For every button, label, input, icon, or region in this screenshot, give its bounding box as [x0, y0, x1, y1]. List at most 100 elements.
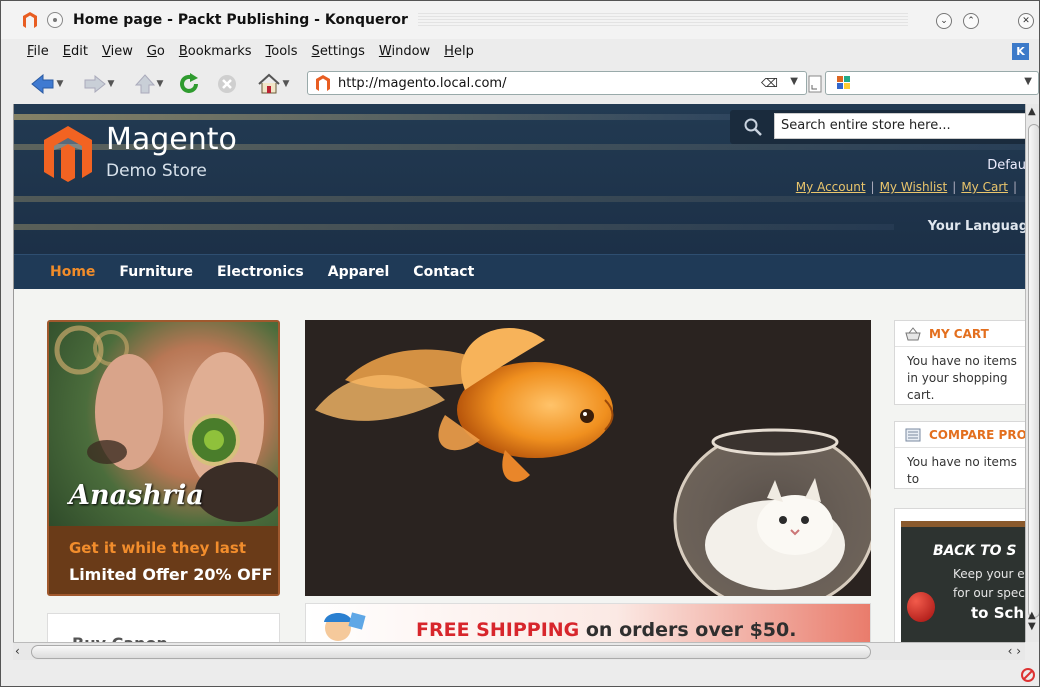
- konqueror-window: Home page - Packt Publishing - Konqueror…: [0, 0, 1040, 687]
- menu-edit[interactable]: Edit: [63, 44, 88, 59]
- menu-help[interactable]: Help: [444, 44, 474, 59]
- home-button[interactable]: ▼: [251, 73, 295, 95]
- back-button[interactable]: ▼: [27, 73, 67, 95]
- menu-bookmarks[interactable]: Bookmarks: [179, 44, 252, 59]
- scroll-up-arrow-icon[interactable]: ▲: [1028, 106, 1036, 117]
- maximize-button[interactable]: ⌃: [963, 13, 979, 29]
- anashria-promo-banner[interactable]: Anashria Get it while they last Limited …: [47, 320, 280, 596]
- chevron-down-icon: ▼: [107, 79, 115, 89]
- up-button[interactable]: ▼: [129, 73, 169, 95]
- my-wishlist-link[interactable]: My Wishlist: [880, 180, 948, 194]
- banner-tagline: Get it while they last: [69, 539, 247, 557]
- clear-url-icon[interactable]: ⌫: [761, 76, 778, 90]
- menu-file[interactable]: File: [27, 44, 49, 59]
- stop-button[interactable]: [215, 73, 239, 95]
- menu-view[interactable]: View: [102, 44, 133, 59]
- back-to-school-banner[interactable]: BACK TO S Keep your e for our spec to Sc…: [894, 508, 1025, 642]
- store-brand-name[interactable]: Magento: [106, 122, 237, 157]
- banner-offer: Limited Offer 20% OFF: [69, 565, 273, 584]
- url-text[interactable]: http://magento.local.com/: [338, 76, 506, 91]
- menu-tools[interactable]: Tools: [266, 44, 298, 59]
- url-bar[interactable]: http://magento.local.com/ ⌫ ▼: [307, 71, 807, 95]
- window-title: Home page - Packt Publishing - Konqueror: [73, 12, 408, 28]
- page-viewport: Magento Demo Store Search entire store h…: [13, 104, 1025, 642]
- security-status-icon[interactable]: [1021, 668, 1035, 682]
- back-to-school-line3: to Sch: [971, 604, 1025, 622]
- my-cart-link[interactable]: My Cart: [961, 180, 1008, 194]
- magento-favicon-icon: [23, 12, 37, 28]
- pin-icon[interactable]: [47, 12, 63, 28]
- kde-logo-icon[interactable]: K: [1012, 43, 1029, 60]
- banner-bottom-strip: [49, 526, 278, 594]
- reload-button[interactable]: [177, 73, 201, 95]
- menu-settings[interactable]: Settings: [312, 44, 365, 59]
- header-decoration: [14, 196, 1025, 202]
- bookmark-page-icon[interactable]: [807, 73, 823, 95]
- nav-electronics[interactable]: Electronics: [217, 264, 304, 280]
- url-history-dropdown-icon[interactable]: ▼: [790, 76, 798, 87]
- store-nav: Home Furniture Electronics Apparel Conta…: [14, 254, 1025, 289]
- header-decoration: [14, 224, 894, 230]
- magento-logo-icon[interactable]: [44, 126, 92, 182]
- my-cart-message: You have no items in your shopping cart.: [907, 354, 1017, 402]
- vertical-scroll-thumb[interactable]: [1028, 124, 1039, 618]
- separator: |: [952, 180, 957, 194]
- free-shipping-text: FREE SHIPPING on orders over $50.: [416, 619, 796, 641]
- separator: |: [870, 180, 875, 194]
- forward-arrow-icon: [84, 75, 106, 93]
- search-engine-dropdown-icon[interactable]: ▼: [1024, 76, 1032, 87]
- header-decoration: [14, 114, 734, 120]
- home-icon: [257, 73, 280, 94]
- back-arrow-icon: [30, 74, 54, 94]
- header-links: My Account | My Wishlist | My Cart |: [796, 180, 1022, 194]
- compare-title: COMPARE PRO: [929, 427, 1025, 442]
- search-icon[interactable]: [744, 118, 762, 136]
- my-cart-title: MY CART: [929, 326, 989, 341]
- menu-window[interactable]: Window: [379, 44, 430, 59]
- store-brand-subtitle: Demo Store: [106, 161, 207, 181]
- nav-contact[interactable]: Contact: [413, 264, 474, 280]
- nav-furniture[interactable]: Furniture: [119, 264, 193, 280]
- chevron-down-icon: ▼: [56, 79, 64, 89]
- back-to-school-line2: for our spec: [953, 586, 1025, 600]
- store-switcher-label: Defau: [987, 158, 1025, 173]
- horizontal-scrollbar[interactable]: ‹ ‹ ›: [13, 642, 1025, 660]
- chalkboard-image: [901, 521, 1025, 642]
- banner-brand-name: Anashria: [69, 480, 204, 511]
- up-arrow-icon: [134, 74, 155, 94]
- store-search: Search entire store here...: [730, 110, 1025, 144]
- scroll-down-arrow-icon[interactable]: ▲ ▼: [1028, 610, 1036, 632]
- free-shipping-banner[interactable]: FREE SHIPPING on orders over $50.: [305, 603, 871, 642]
- compare-header: COMPARE PRO: [895, 422, 1025, 448]
- canon-promo-banner[interactable]: Buy Canon: [47, 613, 280, 642]
- close-button[interactable]: ✕: [1018, 13, 1034, 29]
- minimize-button[interactable]: ⌄: [936, 13, 952, 29]
- reload-icon: [180, 73, 198, 93]
- scroll-right-arrow-icon[interactable]: ‹ ›: [1008, 644, 1021, 658]
- free-shipping-rest: on orders over $50.: [579, 619, 797, 641]
- free-shipping-highlight: FREE SHIPPING: [416, 619, 580, 641]
- forward-button[interactable]: ▼: [79, 73, 119, 95]
- store-search-input[interactable]: Search entire store here...: [774, 113, 1025, 139]
- separator: |: [1012, 180, 1017, 194]
- compare-list-icon: [905, 428, 921, 441]
- my-cart-block: MY CART You have no items in your shoppi…: [894, 320, 1025, 405]
- search-engine-icon: [837, 76, 850, 89]
- cart-basket-icon: [905, 326, 921, 340]
- compare-products-block: COMPARE PRO You have no items to: [894, 421, 1025, 489]
- store-content: Anashria Get it while they last Limited …: [14, 289, 1025, 642]
- language-switcher-label[interactable]: Your Languag: [928, 219, 1025, 234]
- web-search-box[interactable]: ▼: [825, 71, 1039, 95]
- chevron-down-icon: ▼: [156, 79, 164, 89]
- vertical-scrollbar[interactable]: ▲ ▲ ▼: [1025, 104, 1039, 642]
- nav-home[interactable]: Home: [50, 264, 95, 280]
- goldfish-illustration: [315, 328, 871, 596]
- hero-banner-goldfish-kitten[interactable]: [305, 320, 871, 596]
- title-bar-decoration: [417, 13, 908, 27]
- horizontal-scroll-thumb[interactable]: [31, 645, 871, 659]
- my-account-link[interactable]: My Account: [796, 180, 866, 194]
- scroll-left-arrow-icon[interactable]: ‹: [15, 644, 20, 658]
- menu-go[interactable]: Go: [147, 44, 165, 59]
- nav-apparel[interactable]: Apparel: [328, 264, 390, 280]
- apple-image: [907, 592, 935, 622]
